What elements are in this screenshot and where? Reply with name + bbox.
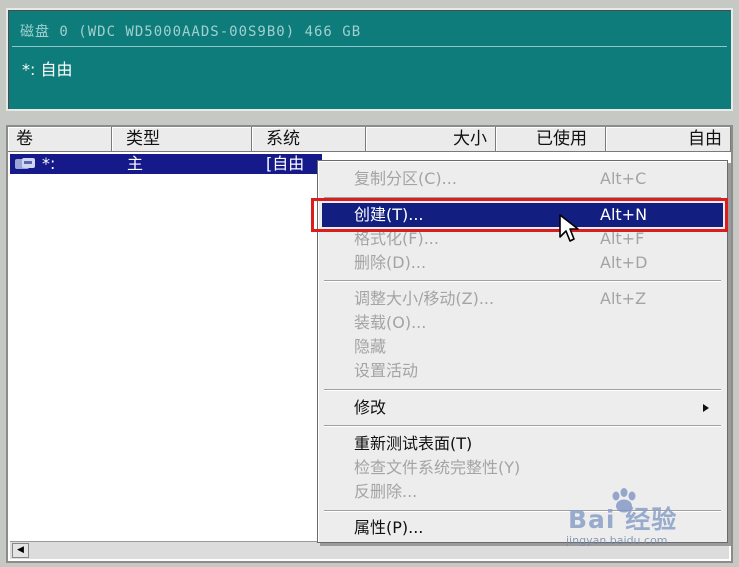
menu-item-retest-surface[interactable]: 重新测试表面(T) bbox=[322, 432, 723, 456]
menu-separator bbox=[324, 280, 721, 282]
submenu-arrow-icon bbox=[703, 404, 709, 412]
column-header-free[interactable]: 自由 bbox=[606, 127, 731, 152]
column-header-system[interactable]: 系统 bbox=[252, 127, 366, 152]
column-header-volume[interactable]: 卷 bbox=[8, 127, 112, 152]
table-row[interactable]: *: 主 [自由 bbox=[10, 154, 322, 174]
disk-title-divider bbox=[12, 46, 727, 47]
menu-item-check-filesystem[interactable]: 检查文件系统完整性(Y) bbox=[322, 456, 723, 480]
menu-item-create[interactable]: 创建(T)... Alt+N bbox=[322, 203, 723, 227]
menu-item-copy-partition[interactable]: 复制分区(C)... Alt+C bbox=[322, 167, 723, 191]
disk-partition-block[interactable]: *: 自由 bbox=[22, 56, 72, 80]
column-header-used[interactable]: 已使用 bbox=[496, 127, 606, 152]
menu-item-set-active[interactable]: 设置活动 bbox=[322, 359, 723, 383]
menu-item-modify[interactable]: 修改 bbox=[322, 396, 723, 420]
disk-title: 磁盘 0 (WDC WD5000AADS-00S9B0) 466 GB bbox=[20, 24, 362, 40]
menu-separator bbox=[324, 425, 721, 427]
watermark-url: jingyan.baidu.com bbox=[566, 534, 668, 547]
menu-item-mount[interactable]: 装载(O)... bbox=[322, 311, 723, 335]
row-volume: *: bbox=[42, 154, 56, 173]
menu-item-delete[interactable]: 删除(D)... Alt+D bbox=[322, 251, 723, 275]
menu-item-hide[interactable]: 隐藏 bbox=[322, 335, 723, 359]
row-type: 主 bbox=[127, 154, 144, 173]
menu-item-resize-move[interactable]: 调整大小/移动(Z)... Alt+Z bbox=[322, 287, 723, 311]
column-header-type[interactable]: 类型 bbox=[112, 127, 252, 152]
menu-item-format[interactable]: 格式化(F)... Alt+F bbox=[322, 227, 723, 251]
watermark-brand: Bai 经验 bbox=[568, 505, 678, 534]
column-header-size[interactable]: 大小 bbox=[366, 127, 496, 152]
hard-disk-icon bbox=[15, 158, 35, 169]
row-system: [自由 bbox=[266, 154, 305, 173]
column-header-row: 卷 类型 系统 大小 已使用 自由 bbox=[8, 127, 731, 152]
disk-map-panel[interactable]: 磁盘 0 (WDC WD5000AADS-00S9B0) 466 GB *: 自… bbox=[6, 8, 733, 111]
menu-separator bbox=[324, 389, 721, 391]
mouse-pointer-icon bbox=[559, 214, 579, 242]
baidu-watermark: Bai 经验 jingyan.baidu.com bbox=[560, 488, 736, 558]
menu-separator bbox=[324, 197, 721, 199]
context-menu: 复制分区(C)... Alt+C 创建(T)... Alt+N 格式化(F)..… bbox=[317, 160, 728, 543]
scroll-left-arrow-icon[interactable]: ◀ bbox=[12, 543, 29, 558]
